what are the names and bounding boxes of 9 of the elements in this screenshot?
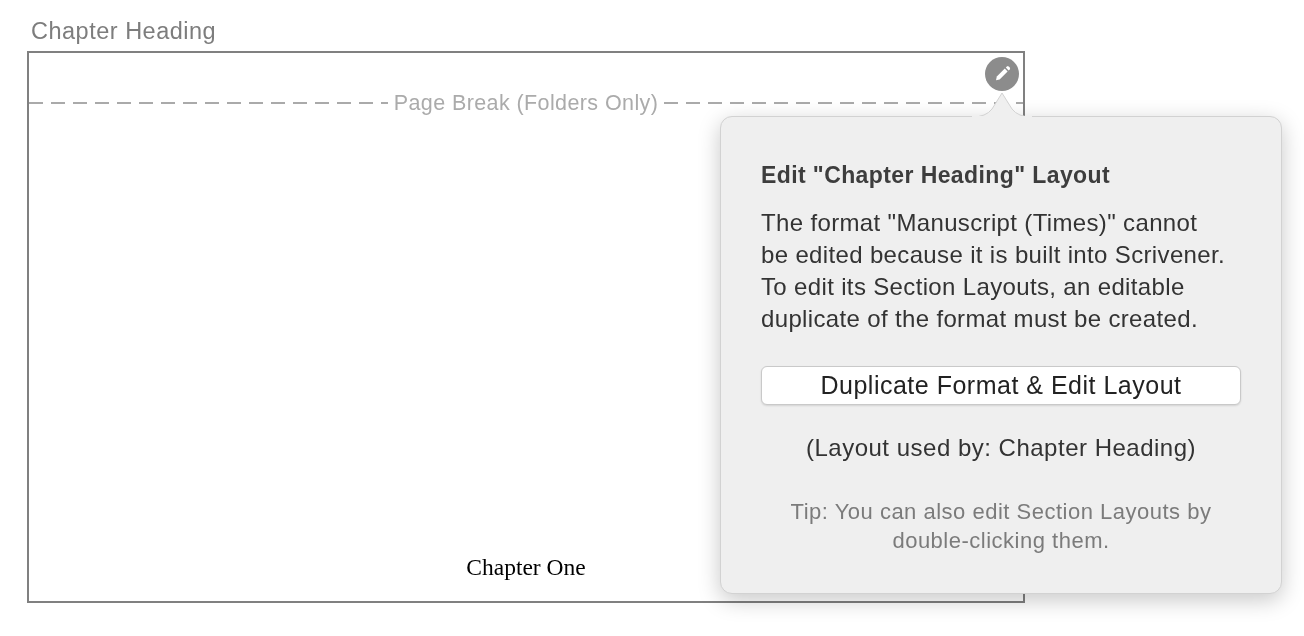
popover-message: The format "Manuscript (Times)" cannot be edited because it is built into Scrivener. To edit its Section Layouts, an editable duplicate of the format must be created.: [761, 208, 1226, 334]
popover-title: Edit "Chapter Heading" Layout: [761, 161, 1112, 190]
edit-pencil-icon[interactable]: [985, 57, 1019, 91]
page-break-label: Page Break (Folders Only): [393, 91, 659, 115]
chapter-title-preview: Chapter One: [466, 554, 586, 581]
duplicate-format-button[interactable]: Duplicate Format & Edit Layout: [761, 366, 1241, 405]
layout-used-by-text: (Layout used by: Chapter Heading): [804, 434, 1198, 462]
tip-text: Tip: You can also edit Section Layouts by double-clicking them.: [789, 498, 1213, 555]
section-title: Chapter Heading: [31, 17, 217, 46]
